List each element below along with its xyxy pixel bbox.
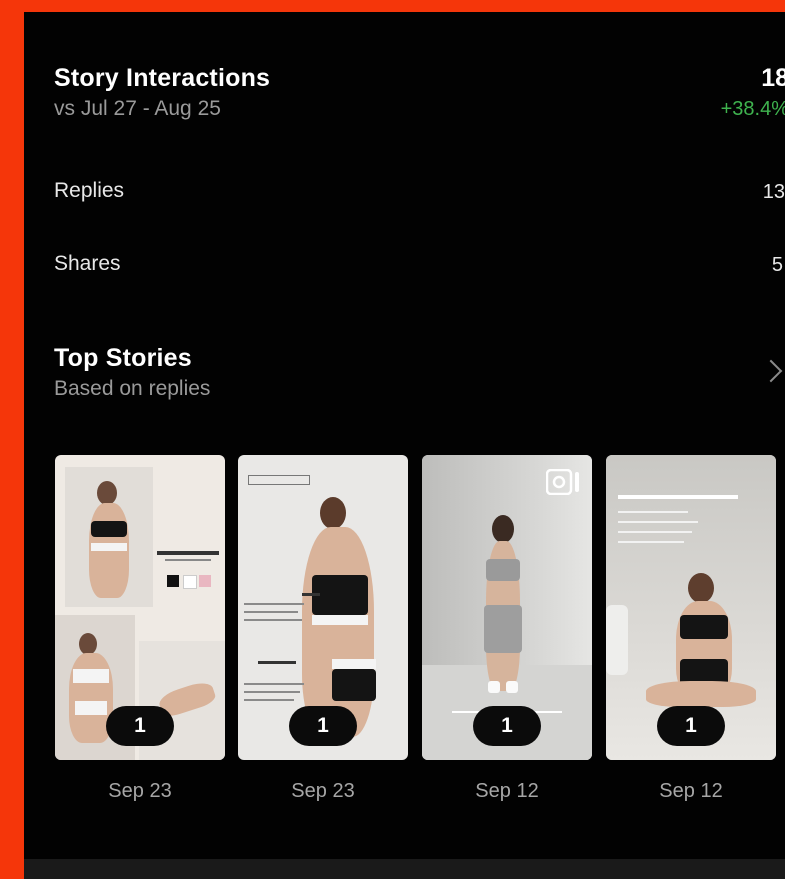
reply-count-badge: 1 — [657, 706, 725, 746]
reply-count-badge: 1 — [106, 706, 174, 746]
top-stories-title: Top Stories — [54, 344, 192, 372]
metric-value: 5 — [771, 254, 783, 276]
story-date: Sep 12 — [659, 780, 723, 802]
story-date: Sep 12 — [475, 780, 539, 802]
comparison-period: vs Jul 27 - Aug 25 — [54, 97, 221, 120]
story-date: Sep 23 — [291, 780, 355, 802]
change-percent: +38.4% — [720, 98, 785, 120]
reply-count-badge: 1 — [289, 706, 357, 746]
bottom-bar — [24, 859, 785, 879]
story-thumbnail[interactable]: 1 — [422, 455, 592, 760]
reply-count-badge: 1 — [473, 706, 541, 746]
metric-row-replies: Replies 13 — [54, 179, 785, 209]
story-thumbnail[interactable]: 1 — [238, 455, 408, 760]
video-camera-icon — [546, 469, 579, 495]
metric-label: Shares — [54, 252, 121, 275]
section-title: Story Interactions — [54, 64, 271, 92]
story-thumbnail[interactable]: 1 — [55, 455, 225, 760]
insights-screen: Story Interactions vs Jul 27 - Aug 25 18… — [24, 12, 785, 879]
top-stories-subtitle: Based on replies — [54, 377, 211, 400]
story-thumbnail[interactable]: 1 — [606, 455, 776, 760]
story-date: Sep 23 — [108, 780, 172, 802]
total-interactions: 18 — [761, 64, 785, 92]
metric-label: Replies — [54, 179, 125, 202]
metric-row-shares: Shares 5 — [54, 252, 785, 282]
top-stories-carousel[interactable]: 1 1 1 1 — [55, 455, 785, 760]
story-interactions-header[interactable]: Story Interactions vs Jul 27 - Aug 25 18… — [54, 64, 785, 134]
top-stories-header[interactable]: Top Stories Based on replies — [54, 344, 785, 408]
metric-value: 13 — [762, 181, 785, 203]
